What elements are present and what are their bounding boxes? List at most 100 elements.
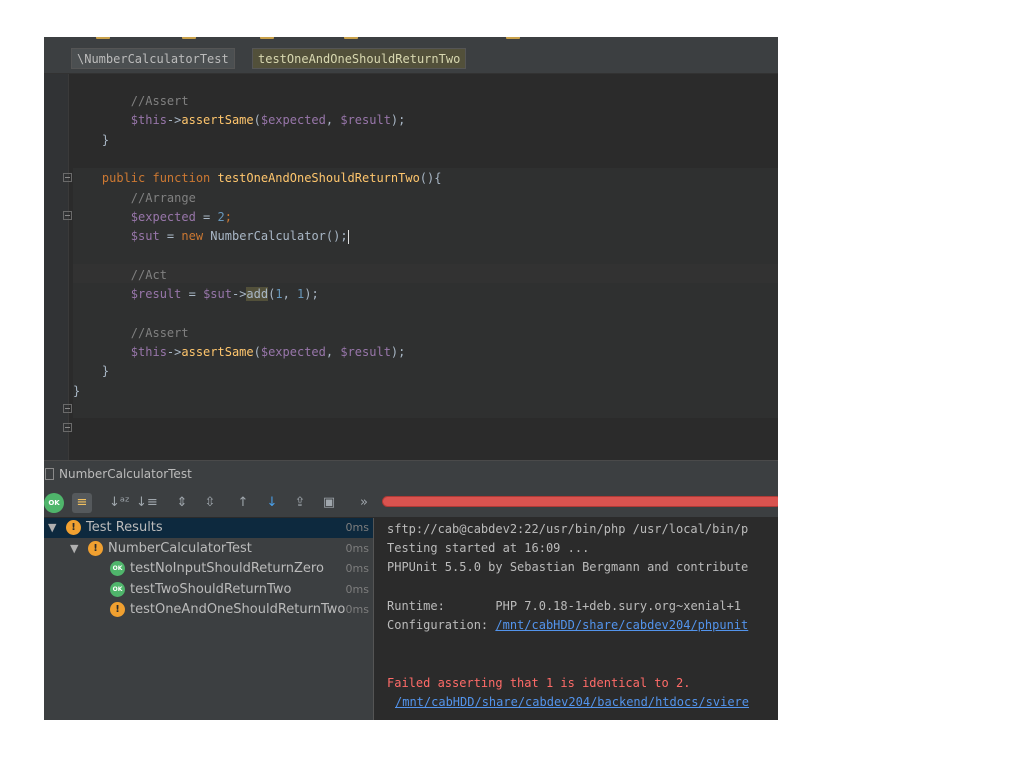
code-line[interactable]: $expected = 2;: [73, 208, 232, 227]
expand-arrow-icon[interactable]: ▼: [70, 542, 78, 555]
code-token: //Assert: [130, 94, 189, 108]
stack-trace-link[interactable]: /mnt/cabHDD/share/cabdev204/backend/htdo…: [395, 693, 749, 712]
code-token: }: [73, 132, 110, 147]
sort-alphabetically-icon[interactable]: ↓ᵃᶻ: [109, 493, 130, 513]
test-duration: 0ms: [345, 541, 369, 555]
folder-icon[interactable]: [260, 37, 274, 39]
test-name: Test Results: [86, 520, 163, 535]
test-duration: 0ms: [345, 603, 369, 616]
run-tool-window-header: NumberCalculatorTest: [44, 460, 778, 488]
runtime-value: PHP 7.0.18-1+deb.sury.org~xenial+1: [495, 599, 742, 613]
code-line[interactable]: public function testOneAndOneShouldRetur…: [73, 169, 442, 188]
code-token: assertSame: [181, 113, 254, 128]
sort-by-duration-icon[interactable]: ↓≡: [136, 493, 158, 513]
code-token: (: [253, 113, 261, 128]
test-tree-row[interactable]: OK testNoInputShouldReturnZero 0ms: [44, 559, 373, 579]
folder-icon[interactable]: [96, 37, 110, 39]
configuration-label: Configuration:: [387, 618, 496, 632]
run-tab-title[interactable]: NumberCalculatorTest: [59, 467, 192, 481]
code-line[interactable]: //Arrange: [73, 189, 196, 208]
code-token: $this: [130, 344, 167, 359]
console-runtime: Runtime: PHP 7.0.18-1+deb.sury.org~xenia…: [387, 597, 741, 616]
code-token: NumberCalculator: [210, 229, 326, 244]
code-line[interactable]: $this->assertSame($expected, $result);: [73, 343, 406, 362]
code-line[interactable]: //Assert: [73, 92, 189, 111]
code-token: ,: [325, 344, 341, 359]
code-line[interactable]: }: [73, 382, 80, 401]
code-token: ();: [325, 229, 348, 244]
code-editor[interactable]: //Assert $this->assertSame($expected, $r…: [44, 74, 778, 460]
test-failed-icon: !: [66, 520, 81, 535]
code-line[interactable]: }: [73, 362, 109, 381]
folder-icon[interactable]: [344, 37, 358, 39]
test-console[interactable]: sftp://cab@cabdev2:22/usr/bin/php /usr/l…: [374, 518, 778, 720]
code-token: );: [390, 344, 406, 359]
fold-end-icon[interactable]: [63, 173, 72, 182]
code-token: $expected: [260, 344, 326, 359]
test-results-tree[interactable]: ▼! Test Results 0ms ▼! NumberCalculatorTest 0…: [44, 518, 373, 720]
previous-failed-test-icon[interactable]: ↑: [233, 493, 253, 513]
test-name: testOneAndOneShouldReturnTwo: [130, 602, 346, 617]
folder-icon[interactable]: [506, 37, 520, 39]
test-name: testNoInputShouldReturnZero: [130, 561, 324, 576]
code-token: 1: [275, 287, 283, 301]
expand-all-icon[interactable]: ⇕: [172, 493, 192, 513]
test-name: testTwoShouldReturnTwo: [130, 581, 292, 597]
show-ignored-icon[interactable]: ≡: [72, 493, 92, 513]
test-tree-row[interactable]: ▼! NumberCalculatorTest 0ms: [44, 539, 373, 559]
show-passed-icon[interactable]: OK: [44, 493, 64, 513]
code-token: (){: [419, 171, 442, 186]
code-token: $result: [340, 113, 391, 128]
fold-start-icon[interactable]: [63, 211, 72, 220]
code-token: =: [195, 209, 218, 224]
code-token: $result: [130, 287, 182, 301]
console-error: Failed asserting that 1 is identical to …: [387, 676, 691, 690]
collapse-all-icon[interactable]: ⇳: [200, 493, 220, 513]
code-token: ,: [325, 113, 341, 128]
console-started: Testing started at 16:09 ...: [387, 541, 590, 555]
code-token: //Assert: [130, 325, 189, 340]
test-tree-row[interactable]: OK testTwoShouldReturnTwo 0ms: [44, 580, 373, 600]
test-passed-icon: OK: [110, 581, 125, 597]
code-token: }: [73, 383, 81, 398]
navigation-bar: [44, 37, 778, 45]
caret-row-highlight: [73, 264, 778, 283]
code-token: ,: [282, 287, 298, 301]
import-results-icon[interactable]: ▣: [319, 493, 339, 513]
code-area[interactable]: //Assert $this->assertSame($expected, $r…: [73, 74, 778, 460]
code-line[interactable]: //Assert: [73, 324, 189, 343]
code-line[interactable]: //Act: [73, 266, 167, 285]
code-token: assertSame: [181, 344, 254, 359]
code-token: ;: [224, 209, 232, 224]
code-token: 2: [217, 209, 225, 224]
code-token: =: [181, 287, 204, 301]
fold-end-icon[interactable]: [63, 404, 72, 413]
test-tree-row[interactable]: ! testOneAndOneShouldReturnTwo 0ms: [44, 600, 373, 620]
test-tree-row[interactable]: ▼! Test Results 0ms: [44, 518, 373, 538]
code-token: //Arrange: [130, 190, 196, 205]
editor-gutter[interactable]: [44, 74, 72, 460]
folder-icon[interactable]: [182, 37, 196, 39]
test-progress-bar: [382, 496, 778, 507]
breadcrumb-method[interactable]: testOneAndOneShouldReturnTwo: [252, 48, 467, 69]
code-line[interactable]: }: [73, 131, 109, 150]
code-line[interactable]: $this->assertSame($expected, $result);: [73, 111, 406, 130]
code-token: $expected: [130, 209, 196, 224]
breadcrumb-class[interactable]: \NumberCalculatorTest: [71, 48, 235, 69]
export-results-icon[interactable]: ⇪: [290, 493, 310, 513]
code-line[interactable]: $result = $sut->add(1, 1);: [73, 285, 319, 304]
code-token: =: [159, 229, 182, 244]
console-configuration: Configuration: /mnt/cabHDD/share/cabdev2…: [387, 616, 748, 635]
test-duration: 0ms: [345, 521, 369, 534]
more-actions-icon[interactable]: »: [354, 493, 374, 513]
code-line[interactable]: $sut = new NumberCalculator();: [73, 227, 349, 246]
configuration-link[interactable]: /mnt/cabHDD/share/cabdev204/phpunit: [495, 618, 748, 632]
expand-arrow-icon[interactable]: ▼: [48, 521, 56, 534]
fold-end-icon[interactable]: [63, 423, 72, 432]
next-failed-test-icon[interactable]: ↓: [262, 493, 282, 513]
